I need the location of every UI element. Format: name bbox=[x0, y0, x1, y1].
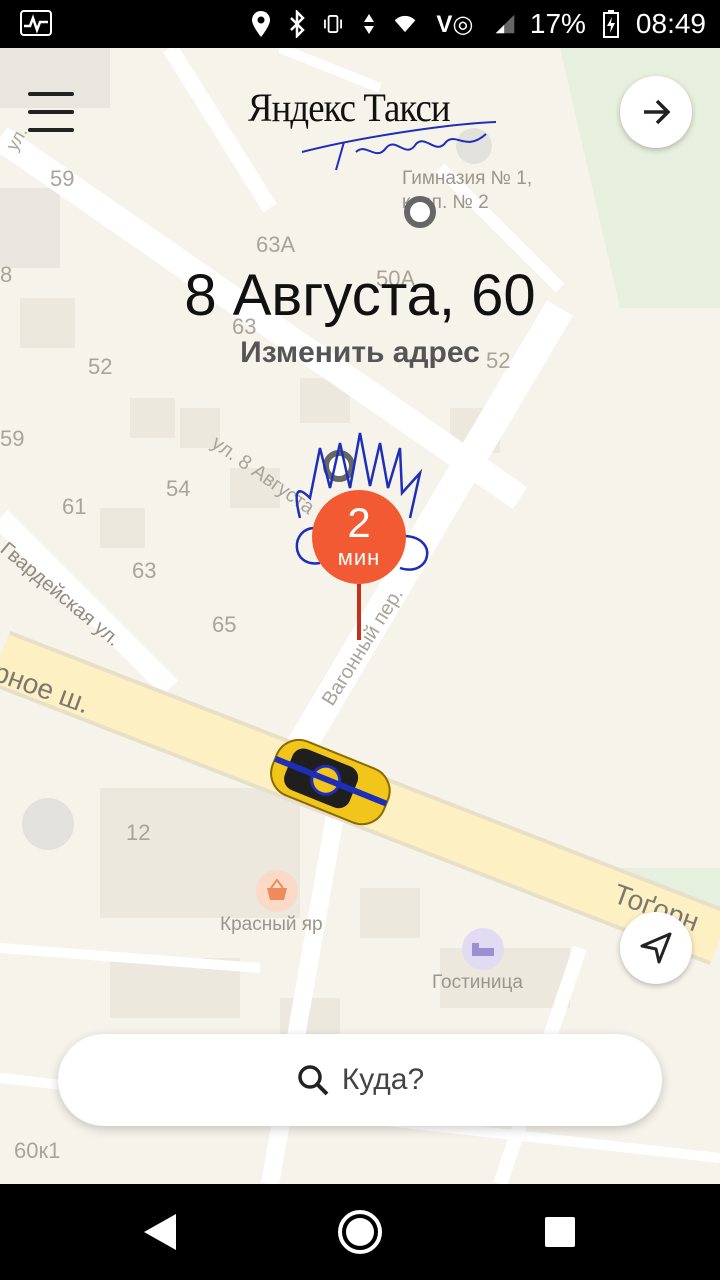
recents-square-icon[interactable] bbox=[545, 1217, 575, 1247]
logo-signature bbox=[301, 121, 497, 171]
locate-button[interactable] bbox=[620, 912, 692, 984]
clock: 08:49 bbox=[635, 8, 706, 39]
battery-percent: 17% bbox=[529, 8, 586, 39]
menu-button[interactable] bbox=[28, 92, 74, 132]
back-triangle-icon[interactable] bbox=[144, 1214, 176, 1250]
navigation-bar bbox=[0, 1184, 720, 1280]
search-icon bbox=[298, 1065, 329, 1096]
arrow-right-icon bbox=[644, 99, 671, 125]
location-icon bbox=[250, 10, 272, 38]
hamburger-icon bbox=[28, 92, 74, 96]
eta-unit: мин bbox=[337, 545, 381, 570]
pin-stem bbox=[357, 584, 361, 640]
eta-value: 2 bbox=[347, 499, 371, 546]
eta-pin[interactable]: 2 мин bbox=[312, 490, 406, 584]
signal-icon bbox=[494, 10, 516, 38]
forward-button[interactable] bbox=[620, 76, 692, 148]
data-arrows-icon bbox=[358, 10, 380, 38]
activity-monitor-icon bbox=[20, 10, 52, 36]
pickup-address[interactable]: 8 Августа, 60 bbox=[0, 262, 720, 329]
search-label: Куда? bbox=[341, 1063, 425, 1096]
vibrate-icon bbox=[322, 10, 344, 38]
home-circle-icon[interactable] bbox=[338, 1210, 382, 1254]
volte-icon: V◎ bbox=[436, 10, 474, 38]
navigation-arrow-icon bbox=[640, 932, 672, 964]
destination-search[interactable]: Куда? bbox=[58, 1034, 662, 1126]
change-address-link[interactable]: Изменить адрес bbox=[0, 336, 720, 370]
status-bar: V◎ 17% 08:49 bbox=[0, 0, 720, 48]
bluetooth-icon bbox=[286, 10, 308, 38]
wifi-icon bbox=[394, 10, 416, 38]
battery-charging-icon bbox=[600, 10, 622, 38]
